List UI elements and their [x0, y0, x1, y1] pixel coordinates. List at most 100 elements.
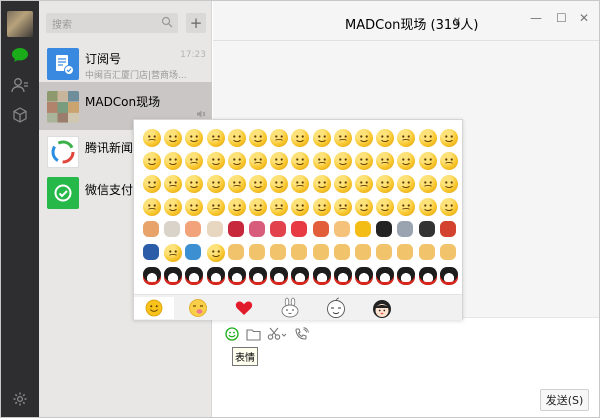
emoji-face-icon[interactable]	[312, 152, 331, 170]
emoji-face-icon[interactable]	[227, 175, 246, 193]
contacts-icon[interactable]	[10, 75, 30, 95]
emoji-face-icon[interactable]	[355, 198, 373, 216]
emoji-face-icon[interactable]	[143, 152, 161, 170]
emoji-face-icon[interactable]	[418, 198, 437, 216]
emoji-face-icon[interactable]	[143, 129, 161, 147]
close-button[interactable]: ✕	[579, 11, 589, 25]
tab-doll[interactable]	[360, 297, 404, 319]
knife-icon[interactable]	[397, 221, 414, 237]
emoji-face-icon[interactable]	[291, 198, 310, 216]
rose-icon[interactable]	[227, 221, 244, 237]
conversation-item-subscriptions[interactable]: 订阅号 17:23 中闽百汇厦门店|营商场...	[39, 42, 212, 87]
emoji-face-icon[interactable]	[397, 152, 416, 170]
emoji-face-icon[interactable]	[185, 152, 204, 170]
emoji-face-icon[interactable]	[227, 129, 246, 147]
emoji-face-icon[interactable]	[185, 198, 204, 216]
emoji-face-icon[interactable]	[291, 175, 310, 193]
tab-rabbit[interactable]	[268, 297, 312, 319]
voice-call-icon[interactable]	[293, 326, 309, 342]
message-input-area[interactable]: 表情 发送(S)	[213, 317, 599, 417]
tab-default-emoji[interactable]	[134, 297, 174, 319]
love-you-hand-icon[interactable]	[397, 244, 414, 260]
emoji-face-icon[interactable]	[312, 198, 331, 216]
penguin-emoji-icon[interactable]	[312, 267, 331, 285]
ladybug-icon[interactable]	[439, 221, 456, 237]
coffee-icon[interactable]	[143, 221, 159, 237]
penguin-emoji-icon[interactable]	[439, 267, 458, 285]
penguin-emoji-icon[interactable]	[333, 267, 352, 285]
penguin-emoji-icon[interactable]	[270, 267, 289, 285]
penguin-emoji-icon[interactable]	[227, 267, 246, 285]
send-button[interactable]: 发送(S)	[540, 389, 589, 411]
emoji-face-icon[interactable]	[143, 198, 161, 216]
emoji-face-icon[interactable]	[397, 175, 416, 193]
emoji-face-icon[interactable]	[439, 129, 458, 147]
emoji-face-icon[interactable]	[249, 129, 267, 147]
emoji-face-icon[interactable]	[397, 129, 416, 147]
emoji-face-icon[interactable]	[291, 152, 310, 170]
emoji-face-icon[interactable]	[355, 129, 373, 147]
minimize-button[interactable]: —	[530, 11, 542, 25]
emoji-face-icon[interactable]	[164, 244, 183, 262]
broken-heart-icon[interactable]	[312, 221, 329, 237]
pig-icon[interactable]	[185, 221, 202, 237]
emoji-face-icon[interactable]	[185, 175, 204, 193]
emoji-face-icon[interactable]	[418, 175, 437, 193]
emoji-face-icon[interactable]	[227, 152, 246, 170]
cake-icon[interactable]	[333, 221, 350, 237]
emoji-face-icon[interactable]	[333, 152, 352, 170]
emoji-face-icon[interactable]	[270, 152, 289, 170]
penguin-emoji-icon[interactable]	[249, 267, 267, 285]
lightning-icon[interactable]	[355, 221, 371, 237]
emoji-face-icon[interactable]	[270, 198, 289, 216]
ok-hand-icon[interactable]	[439, 244, 456, 260]
emoji-face-icon[interactable]	[439, 152, 458, 170]
victory-hand-icon[interactable]	[291, 244, 308, 260]
penguin-emoji-icon[interactable]	[418, 267, 437, 285]
soccer-ball-icon[interactable]	[418, 221, 435, 237]
emoji-face-icon[interactable]	[439, 175, 458, 193]
emoji-face-icon[interactable]	[291, 129, 310, 147]
emoji-face-icon[interactable]	[397, 198, 416, 216]
fist-salute-icon[interactable]	[312, 244, 329, 260]
emoji-face-icon[interactable]	[270, 175, 289, 193]
emoji-face-icon[interactable]	[249, 198, 267, 216]
favorites-box-icon[interactable]	[10, 105, 30, 125]
penguin-emoji-icon[interactable]	[206, 267, 225, 285]
emoji-face-icon[interactable]	[333, 198, 352, 216]
search-icon[interactable]	[161, 16, 173, 28]
thumbs-up-icon[interactable]	[227, 244, 244, 260]
handshake-icon[interactable]	[270, 244, 287, 260]
skull-icon[interactable]	[206, 221, 223, 237]
heart-icon[interactable]	[291, 221, 308, 237]
screenshot-scissors-icon[interactable]	[267, 326, 289, 342]
penguin-emoji-icon[interactable]	[397, 267, 416, 285]
emoji-face-icon[interactable]	[206, 129, 225, 147]
emoji-face-icon[interactable]	[355, 152, 373, 170]
gift-icon[interactable]	[185, 244, 202, 260]
emoji-face-icon[interactable]	[206, 244, 225, 262]
emoji-face-icon[interactable]	[333, 129, 352, 147]
penguin-emoji-icon[interactable]	[164, 267, 183, 285]
emoji-face-icon[interactable]	[376, 175, 395, 193]
emoji-face-icon[interactable]	[164, 198, 183, 216]
wilted-rose-icon[interactable]	[249, 221, 265, 237]
emoji-face-icon[interactable]	[376, 152, 395, 170]
tab-stickers[interactable]	[178, 297, 218, 319]
tab-favorites[interactable]	[222, 297, 266, 319]
emoji-face-icon[interactable]	[418, 152, 437, 170]
emoji-face-icon[interactable]	[164, 175, 183, 193]
settings-gear-icon[interactable]	[10, 389, 30, 409]
emoji-face-icon[interactable]	[418, 129, 437, 147]
penguin-emoji-icon[interactable]	[185, 267, 204, 285]
emoji-smile-icon[interactable]	[224, 326, 240, 342]
emoji-face-icon[interactable]	[333, 175, 352, 193]
emoji-face-icon[interactable]	[270, 129, 289, 147]
emoji-face-icon[interactable]	[206, 175, 225, 193]
pinky-hand-icon[interactable]	[376, 244, 393, 260]
fist-icon[interactable]	[355, 244, 371, 260]
beckon-hand-icon[interactable]	[333, 244, 350, 260]
penguin-emoji-icon[interactable]	[355, 267, 373, 285]
emoji-face-icon[interactable]	[249, 175, 267, 193]
emoji-face-icon[interactable]	[249, 152, 267, 170]
